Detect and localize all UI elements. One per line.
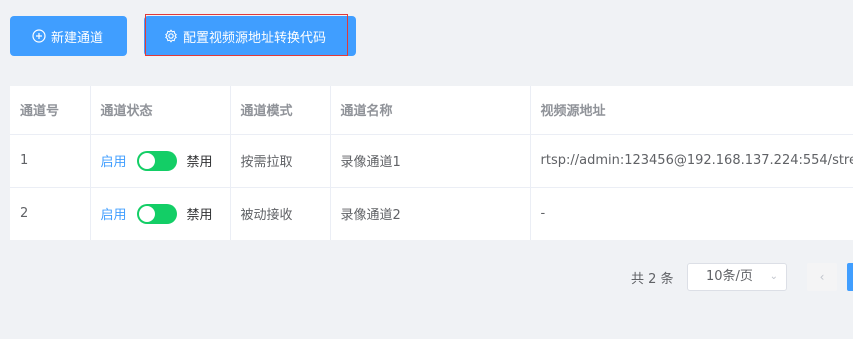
chevron-down-icon: ⌄ [769, 271, 778, 282]
column-header-status: 通道状态 [90, 86, 231, 135]
table-row: 2 启用 禁用 被动接收 录像通道2 - [10, 187, 853, 240]
cell-source: rtsp://admin:123456@192.168.137.224:554/… [530, 134, 853, 188]
toolbar: 新建通道 配置视频源地址转换代码 [10, 14, 356, 56]
toggle-knob [138, 205, 155, 222]
column-header-source: 视频源地址 [530, 86, 853, 135]
cell-name: 录像通道1 [330, 134, 531, 188]
cell-source: - [530, 187, 853, 240]
new-channel-label: 新建通道 [51, 30, 104, 46]
channel-table: 通道号 通道状态 通道模式 通道名称 视频源地址 1 启用 禁用 按需拉取 录像… [10, 86, 853, 240]
enable-toggle[interactable] [136, 150, 177, 171]
prev-page-button[interactable]: ‹ [807, 263, 837, 291]
total-count: 共 2 条 [631, 272, 674, 287]
cell-id: 2 [10, 187, 91, 240]
cell-name: 录像通道2 [330, 187, 531, 240]
column-header-id: 通道号 [10, 86, 91, 135]
pagination: 共 2 条 10条/页 ⌄ ‹ 1 [0, 263, 853, 291]
cell-mode: 按需拉取 [230, 134, 331, 188]
plus-circle-icon [32, 29, 46, 43]
status-off-label: 禁用 [186, 208, 213, 223]
enable-toggle[interactable] [136, 203, 177, 224]
status-off-label: 禁用 [186, 155, 213, 170]
config-source-conversion-button[interactable]: 配置视频源地址转换代码 [144, 14, 356, 56]
cell-status: 启用 禁用 [90, 187, 231, 240]
table-row: 1 启用 禁用 按需拉取 录像通道1 rtsp://admin:123456@1… [10, 134, 853, 188]
toggle-knob [138, 152, 155, 169]
config-source-conversion-label: 配置视频源地址转换代码 [183, 30, 327, 46]
status-on-label: 启用 [100, 155, 127, 170]
new-channel-button[interactable]: 新建通道 [10, 16, 127, 56]
table-header-row: 通道号 通道状态 通道模式 通道名称 视频源地址 [10, 86, 853, 135]
page-size-select[interactable]: 10条/页 ⌄ [687, 263, 787, 291]
page-size-value: 10条/页 [706, 269, 753, 284]
gear-icon [164, 29, 178, 43]
chevron-left-icon: ‹ [819, 270, 825, 284]
cell-status: 启用 禁用 [90, 134, 231, 188]
cell-id: 1 [10, 134, 91, 188]
status-on-label: 启用 [100, 208, 127, 223]
page-number-active[interactable]: 1 [847, 263, 853, 291]
column-header-mode: 通道模式 [230, 86, 331, 135]
column-header-name: 通道名称 [330, 86, 531, 135]
cell-mode: 被动接收 [230, 187, 331, 240]
